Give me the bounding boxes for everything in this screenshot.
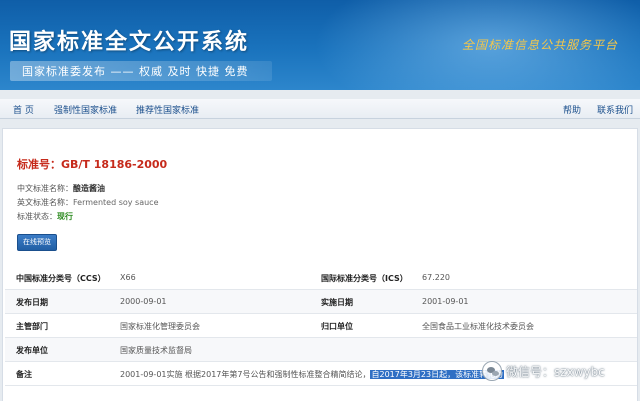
dept-label: 主管部门: [16, 322, 48, 331]
nav-home[interactable]: 首 页: [13, 103, 34, 116]
online-preview-button[interactable]: 在线预览: [17, 234, 57, 251]
dept-value: 国家标准化管理委员会: [120, 322, 200, 331]
header-banner: 国家标准全文公开系统 国家标准委发布 —— 权威 及时 快捷 免费 全国标准信息…: [0, 0, 640, 90]
status-row: 标准状态：现行: [17, 211, 73, 222]
implement-date-value: 2001-09-01: [422, 297, 469, 306]
remark-label: 备注: [16, 370, 32, 379]
cn-name-label: 中文标准名称：: [17, 184, 73, 193]
remark-text: 2001-09-01实施 根据2017年第7号公告和强制性标准整合精简结论，: [120, 370, 371, 379]
publisher-label: 发布单位: [16, 346, 48, 355]
table-row: 发布日期 2000-09-01 实施日期 2001-09-01: [5, 290, 637, 314]
wechat-icon: [482, 361, 502, 381]
implement-date-label: 实施日期: [321, 298, 353, 307]
table-row: 发布单位 国家质量技术监督局: [5, 338, 637, 362]
publish-date-label: 发布日期: [16, 298, 48, 307]
en-name-value: Fermented soy sauce: [73, 198, 159, 207]
standard-number-value: GB/T 18186-2000: [61, 158, 168, 171]
site-slogan: 全国标准信息公共服务平台: [462, 38, 619, 52]
ics-label: 国际标准分类号（ICS）: [321, 274, 408, 283]
watermark-text: 微信号：szxwybc: [506, 365, 605, 379]
owner-label: 归口单位: [321, 322, 353, 331]
publish-date-value: 2000-09-01: [120, 297, 167, 306]
standard-number-label: 标准号：: [17, 158, 61, 171]
table-row: 主管部门 国家标准化管理委员会 归口单位 全国食品工业标准化技术委员会: [5, 314, 637, 338]
nav-mandatory-standards[interactable]: 强制性国家标准: [54, 103, 117, 116]
owner-value: 全国食品工业标准化技术委员会: [422, 322, 534, 331]
en-name-label: 英文标准名称：: [17, 198, 73, 207]
status-value: 现行: [57, 212, 73, 221]
site-title: 国家标准全文公开系统: [9, 30, 250, 55]
status-label: 标准状态：: [17, 212, 57, 221]
page: 国家标准全文公开系统 国家标准委发布 —— 权威 及时 快捷 免费 全国标准信息…: [0, 0, 640, 401]
ccs-value: X66: [120, 273, 136, 282]
site-subtitle: 国家标准委发布 —— 权威 及时 快捷 免费: [22, 65, 249, 78]
table-row: 中国标准分类号（CCS） X66 国际标准分类号（ICS） 67.220: [5, 266, 637, 290]
nav-contact[interactable]: 联系我们: [597, 103, 633, 116]
cn-name-row: 中文标准名称：酿造酱油: [17, 183, 105, 194]
standard-detail-panel: 标准号：GB/T 18186-2000 中文标准名称：酿造酱油 英文标准名称：F…: [2, 128, 638, 401]
cn-name-value: 酿造酱油: [73, 184, 105, 193]
remark-value: 2001-09-01实施 根据2017年第7号公告和强制性标准整合精简结论，自2…: [120, 369, 505, 380]
en-name-row: 英文标准名称：Fermented soy sauce: [17, 197, 159, 208]
nav-bar: 首 页 强制性国家标准 推荐性国家标准 帮助 联系我们: [0, 99, 640, 119]
ccs-label: 中国标准分类号（CCS）: [16, 274, 106, 283]
standard-number: 标准号：GB/T 18186-2000: [17, 156, 167, 172]
nav-help[interactable]: 帮助: [563, 103, 581, 116]
nav-recommended-standards[interactable]: 推荐性国家标准: [136, 103, 199, 116]
ics-value: 67.220: [422, 273, 450, 282]
publisher-value: 国家质量技术监督局: [120, 346, 192, 355]
